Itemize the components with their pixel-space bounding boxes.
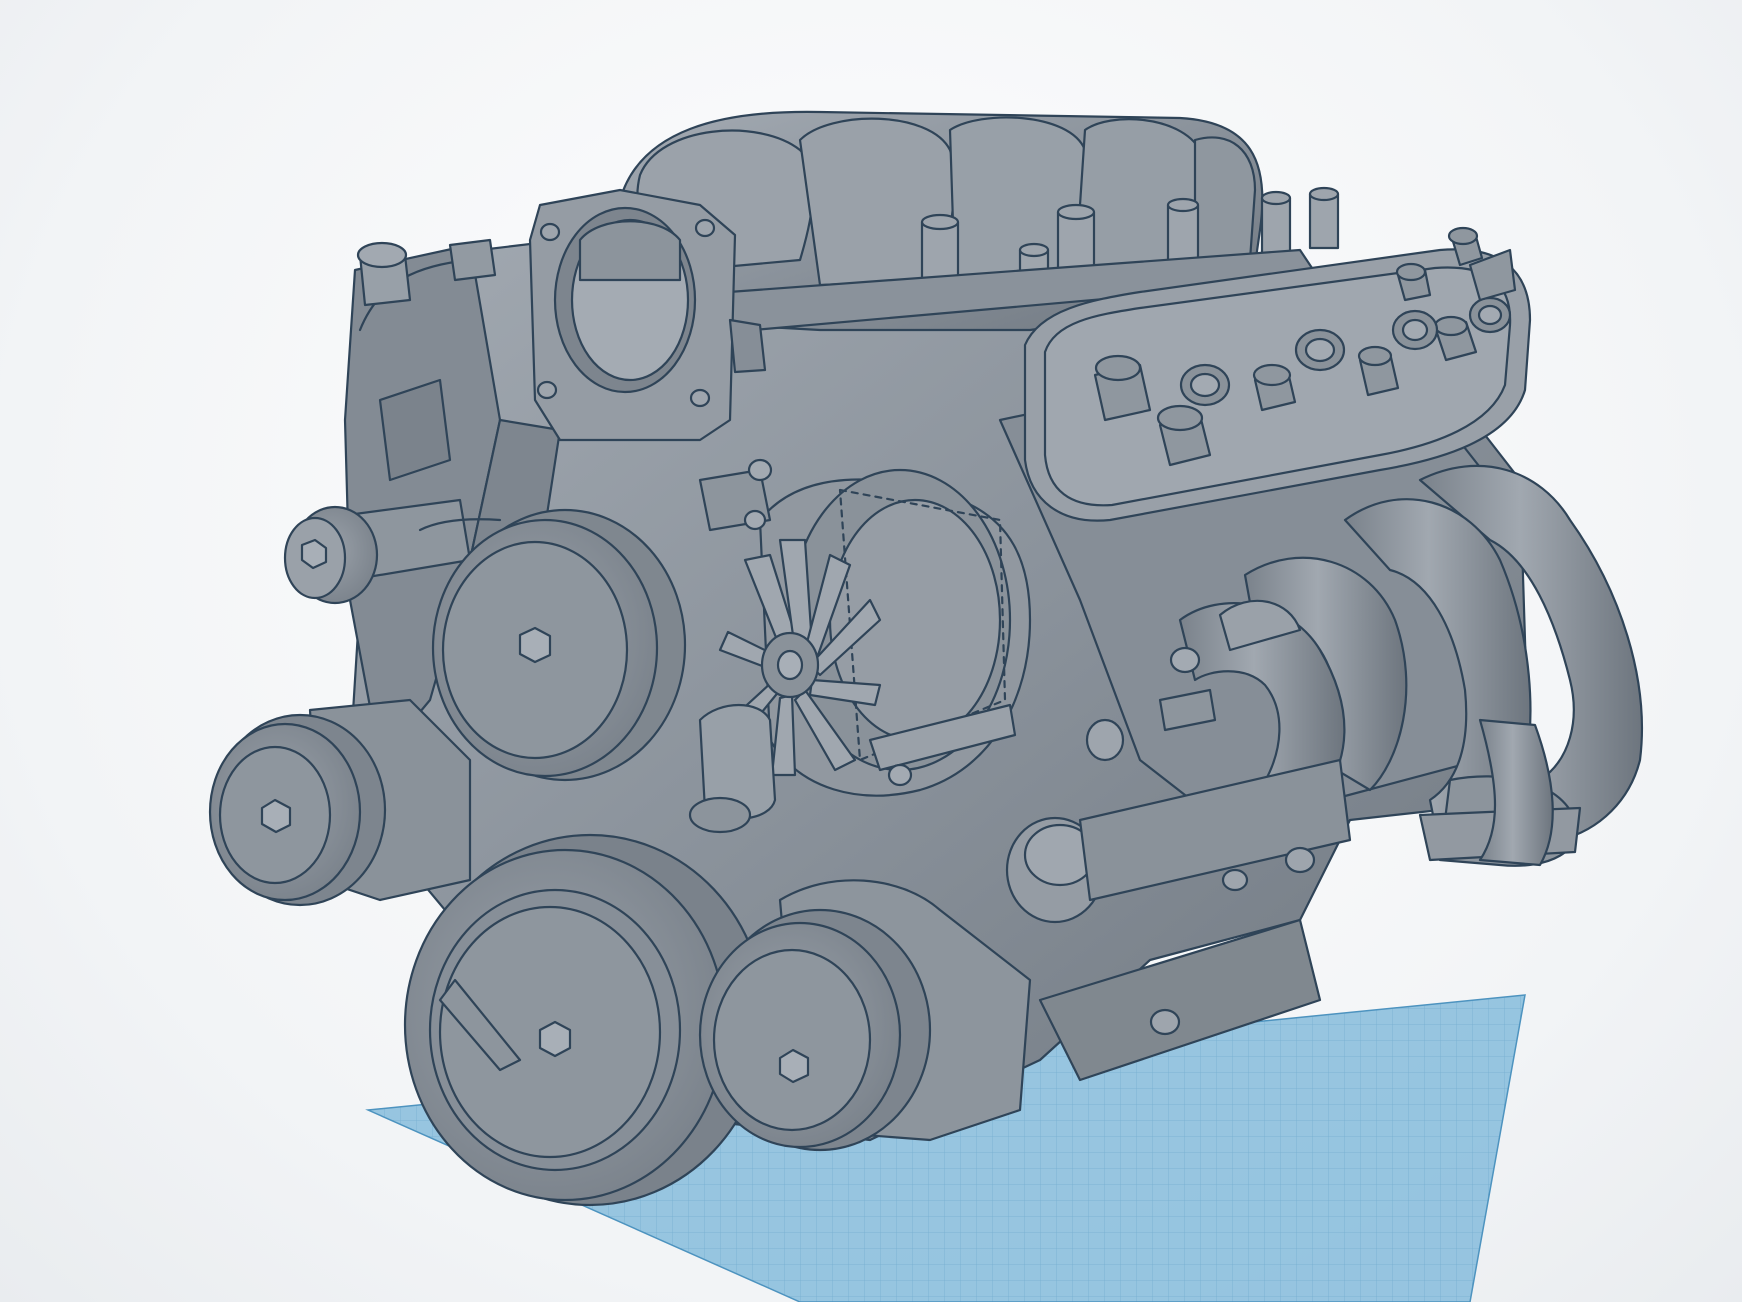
engine-scene [208, 110, 1644, 1302]
ac-compressor-pulley[interactable] [208, 698, 472, 907]
3d-viewport[interactable] [0, 0, 1742, 1302]
